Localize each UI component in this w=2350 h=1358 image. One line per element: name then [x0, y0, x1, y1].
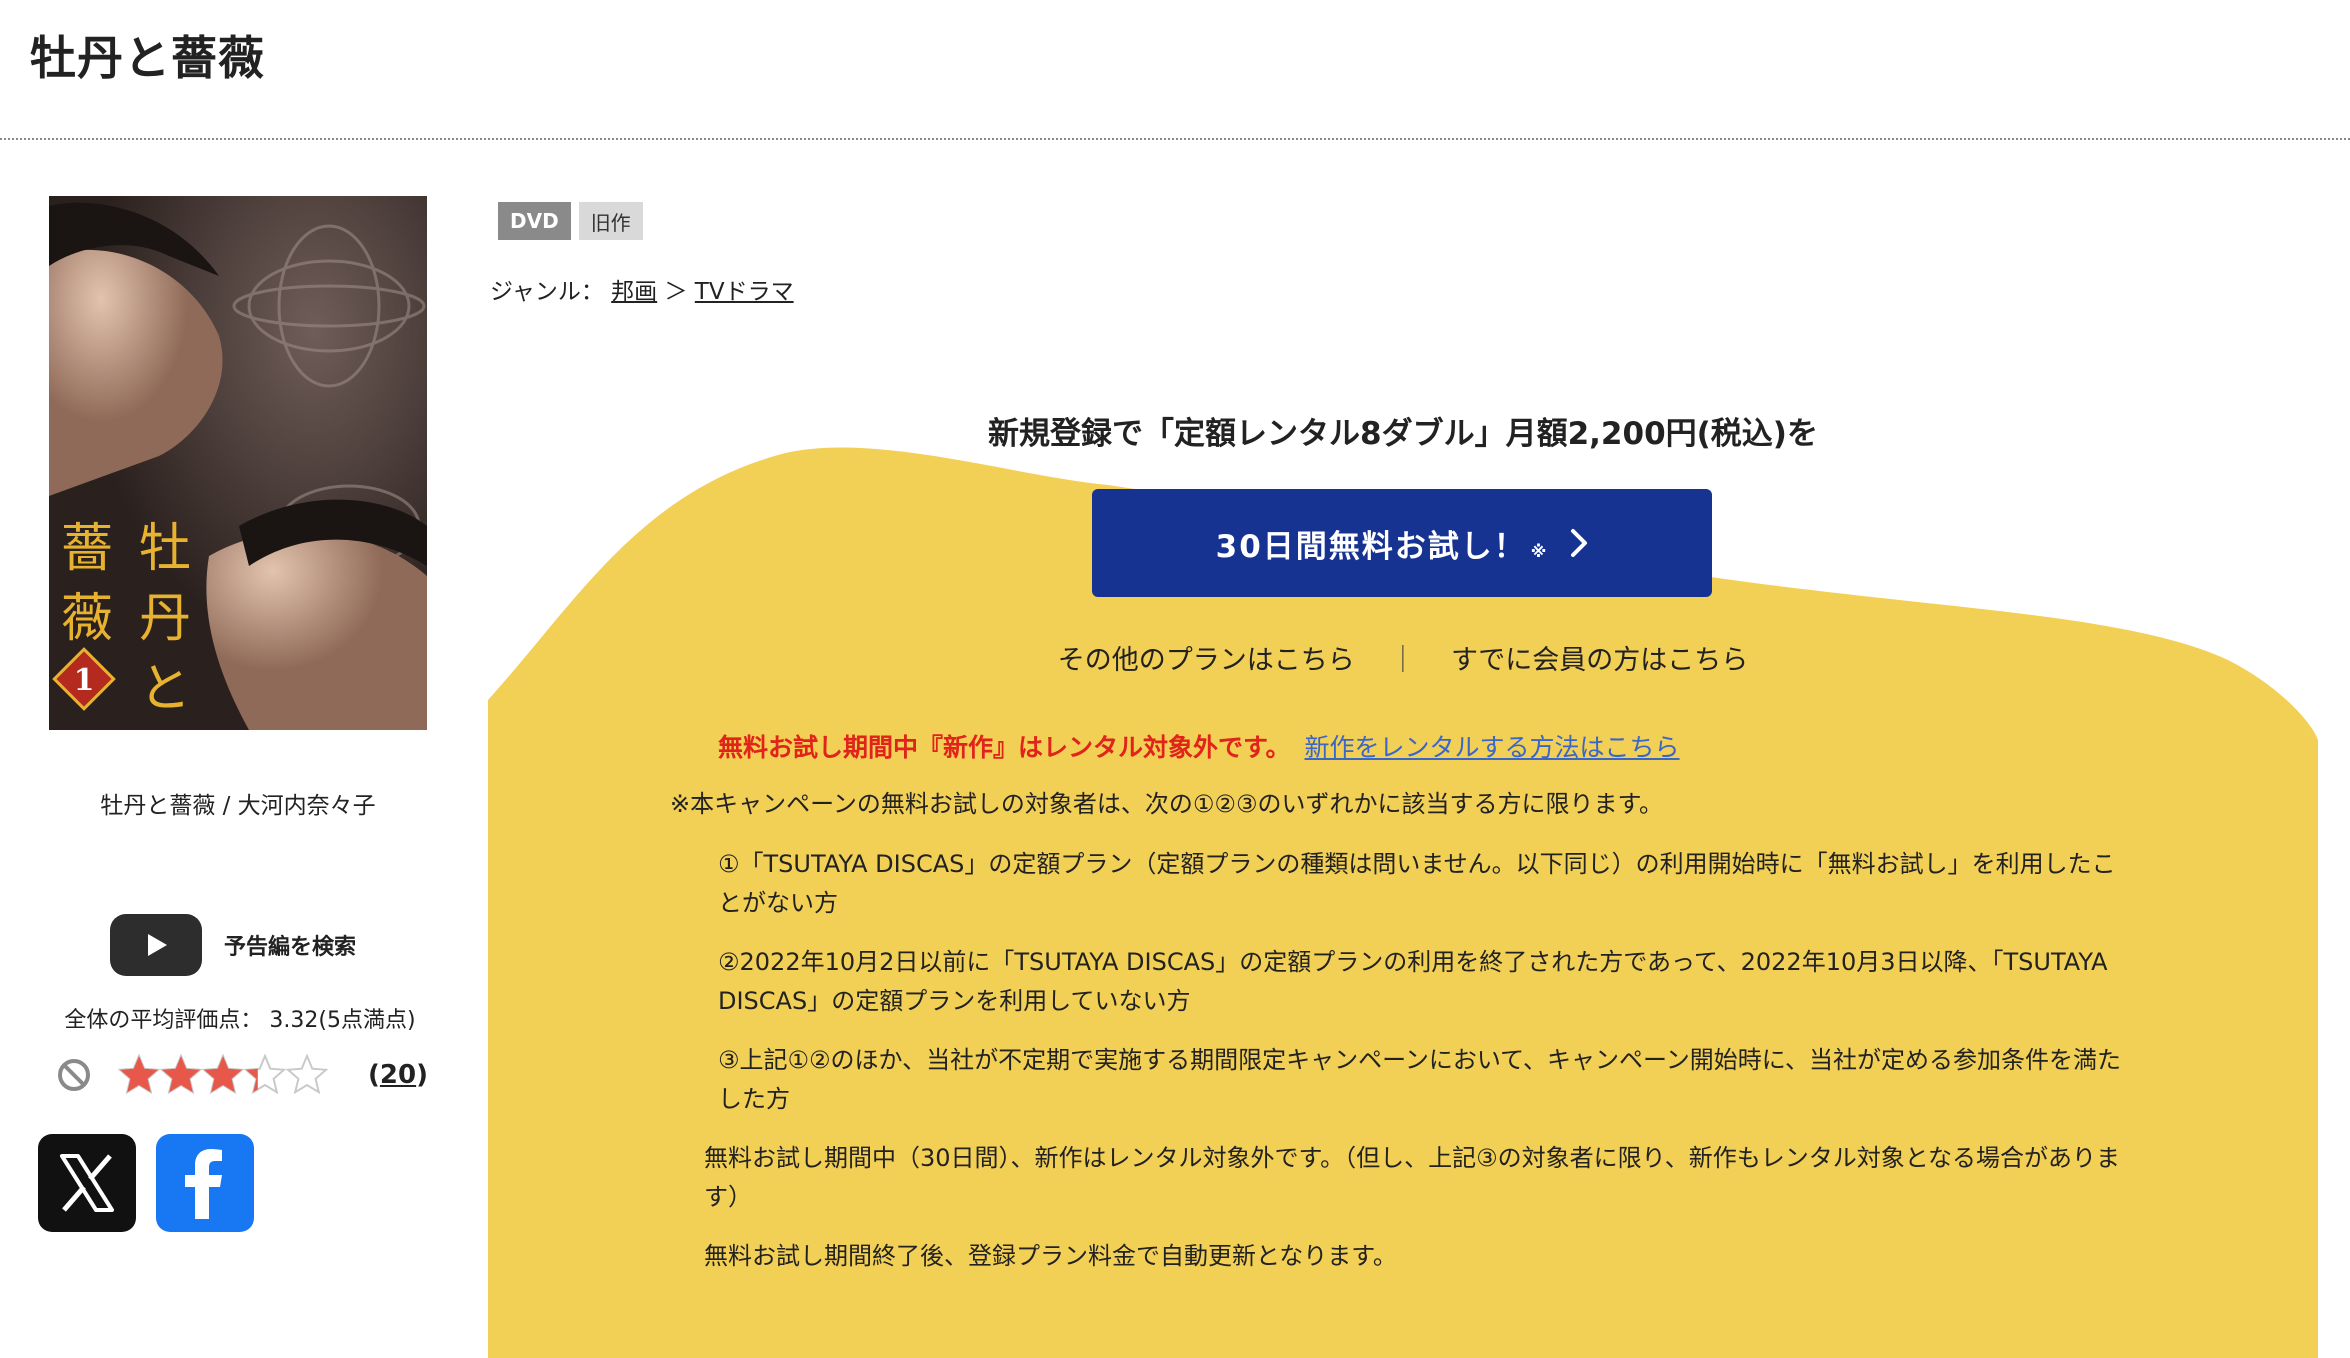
rating-star-outline [285, 1054, 328, 1095]
genre-link-hogaku[interactable]: 邦画 [611, 279, 657, 305]
notice-warning: 無料お試し期間中『新作』はレンタル対象外です。 [718, 733, 1291, 762]
share-facebook-button[interactable] [156, 1134, 254, 1232]
release-badge: 旧作 [578, 202, 643, 240]
genre-link-tvdrama[interactable]: TVドラマ [695, 279, 794, 305]
rating-star-fill [204, 1056, 242, 1093]
terms-item-2: ②2022年10月2日以前に「TSUTAYA DISCAS」の定額プランの利用を… [718, 948, 2108, 1015]
trailer-search-button[interactable]: 予告編を検索 [110, 912, 356, 978]
terms-item-1: ①「TSUTAYA DISCAS」の定額プラン（定額プランの種類は問いません。以… [718, 850, 2116, 917]
genre-separator: ＞ [664, 279, 688, 305]
cover-title-char-4: 薔 [61, 519, 113, 579]
badges: DVD 旧作 [498, 202, 651, 240]
product-caption: 牡丹と薔薇 / 大河内奈々子 [100, 793, 376, 819]
rating-row: (20) [56, 1052, 428, 1102]
cover-title-char-1: 牡 [139, 519, 191, 579]
genre-breadcrumb: ジャンル： 邦画 ＞ TVドラマ [490, 272, 794, 306]
dvd-badge: DVD [498, 202, 571, 240]
free-trial-note-mark: ※ [1530, 541, 1547, 561]
chevron-right-icon [1571, 529, 1588, 557]
rating-stars [118, 1054, 328, 1095]
no-entry-icon[interactable] [56, 1057, 92, 1097]
plan-links: その他のプランはこちら ｜ すでに会員の方はこちら [488, 638, 2318, 677]
terms-intro: ※本キャンペーンの無料お試しの対象者は、次の①②③のいずれかに該当する方に限りま… [670, 790, 1664, 818]
trailer-search-label: 予告編を検索 [224, 935, 357, 960]
member-login-link[interactable]: すでに会員の方はこちら [1451, 645, 1748, 676]
share-x-button[interactable] [38, 1134, 136, 1232]
genre-label: ジャンル： [490, 279, 604, 305]
cover-volume-number: 1 [74, 663, 95, 698]
header-divider [0, 138, 2350, 140]
promo-headline: 新規登録で「定額レンタル8ダブル」月額2,200円(税込)を [988, 416, 1818, 452]
terms-item-3: ③上記①②のほか、当社が不定期で実施する期間限定キャンペーンにおいて、キャンペー… [718, 1046, 2122, 1113]
rating-star-fill [162, 1056, 200, 1093]
free-trial-button[interactable]: 30日間無料お試し！ ※ [1092, 489, 1712, 597]
new-release-rental-link[interactable]: 新作をレンタルする方法はこちら [1305, 733, 1680, 762]
cover-title-char-5: 薇 [61, 589, 113, 649]
terms-note-auto-renew: 無料お試し期間終了後、登録プラン料金で自動更新となります。 [704, 1242, 1397, 1270]
cover-title-char-3: と [139, 659, 191, 719]
cover-title-char-2: 丹 [139, 589, 191, 649]
x-logo-icon [60, 1154, 114, 1212]
review-count-close: ) [416, 1060, 428, 1090]
free-trial-label: 30日間無料お試し！ [1215, 528, 1527, 565]
other-plans-link[interactable]: その他のプランはこちら [1058, 645, 1355, 676]
facebook-logo-icon [185, 1149, 222, 1219]
average-rating-text: 全体の平均評価点： 3.32(5点満点) [64, 1008, 416, 1033]
dvd-cover-image[interactable]: 牡 丹 と 薔 薇 1 [49, 196, 427, 730]
page-title: 牡丹と薔薇 [30, 31, 265, 85]
review-count-open: ( [368, 1060, 380, 1090]
cover-artwork: 牡 丹 と 薔 薇 1 [49, 196, 427, 730]
terms-note-new-release: 無料お試し期間中（30日間）、新作はレンタル対象外です。（但し、上記③の対象者に… [704, 1144, 2120, 1211]
new-release-notice: 無料お試し期間中『新作』はレンタル対象外です。 新作をレンタルする方法はこちら [718, 728, 1680, 764]
review-count[interactable]: (20) [368, 1060, 428, 1090]
review-count-link[interactable]: 20 [380, 1060, 416, 1090]
rating-star-fill [120, 1056, 158, 1093]
links-separator: ｜ [1389, 645, 1417, 676]
youtube-play-icon [110, 914, 202, 976]
